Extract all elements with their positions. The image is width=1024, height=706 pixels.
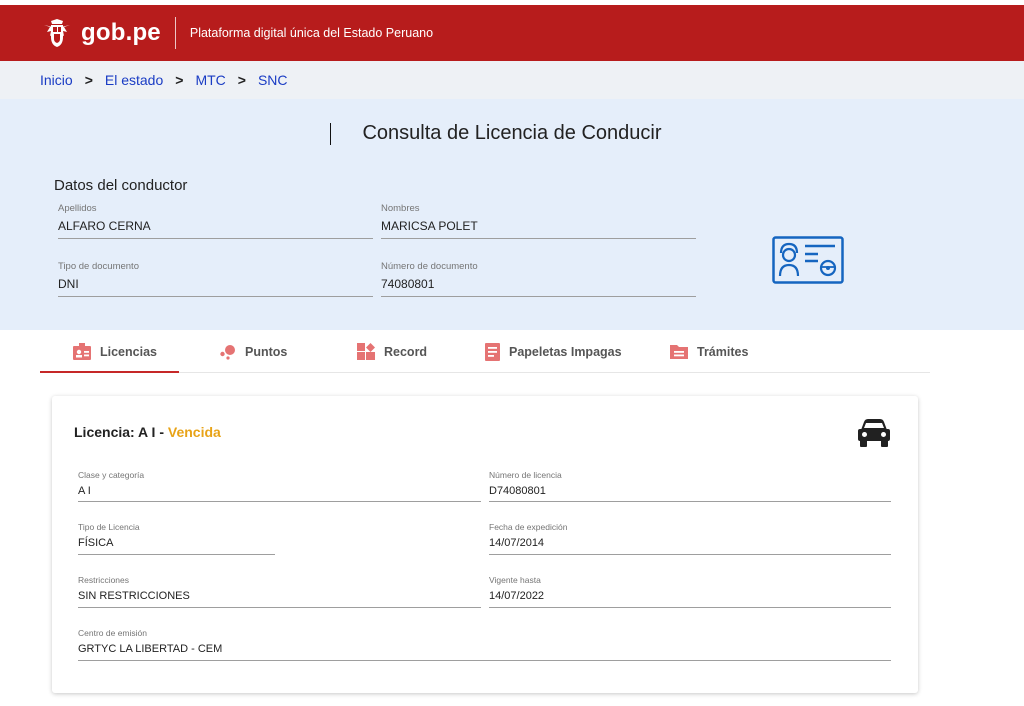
ticket-icon [485,342,500,361]
restricciones-label: Restricciones [78,575,130,585]
tab-tramites[interactable]: Trámites [670,330,748,373]
fecha-expedicion-field: Fecha de expedición 14/07/2014 [489,522,891,555]
numero-documento-value: 74080801 [381,277,435,291]
field-underline [78,660,891,661]
tab-label: Record [384,344,428,359]
header-subtitle: Plataforma digital única del Estado Peru… [189,26,434,40]
active-tab-indicator [40,371,179,373]
gob-pe-logo[interactable]: gob.pe [40,13,161,53]
field-underline [58,296,373,297]
text-caret [330,123,331,145]
apellidos-field: Apellidos ALFARO CERNA [58,203,373,239]
tab-label: Puntos [245,344,288,359]
clase-categoria-label: Clase y categoría [78,470,145,480]
restricciones-field: Restricciones SIN RESTRICCIONES [78,575,481,608]
points-icon [220,344,235,360]
field-underline [78,501,481,502]
numero-licencia-field: Número de licencia D74080801 [489,470,891,502]
breadcrumb-separator: > [84,72,93,88]
folder-icon [670,345,688,359]
tab-label: Papeletas Impagas [509,344,622,359]
breadcrumb-link-inicio[interactable]: Inicio [40,72,73,88]
tipo-licencia-label: Tipo de Licencia [78,522,140,532]
tipo-licencia-value: FÍSICA [78,537,114,549]
conductor-section-title: Datos del conductor [54,177,188,194]
tab-puntos[interactable]: Puntos [219,330,287,373]
vigente-hasta-value: 14/07/2022 [489,590,545,602]
centro-emision-value: GRTYC LA LIBERTAD - CEM [78,643,223,655]
field-underline [489,607,891,608]
centro-emision-field: Centro de emisión GRTYC LA LIBERTAD - CE… [78,628,891,661]
restricciones-value: SIN RESTRICCIONES [78,590,190,602]
breadcrumb: Inicio > El estado > MTC > SNC [0,61,1024,99]
tab-licencias[interactable]: Licencias [73,330,157,373]
vigente-hasta-field: Vigente hasta 14/07/2022 [489,575,891,608]
tipo-documento-label: Tipo de documento [58,261,139,272]
tab-record[interactable]: Record [357,330,427,373]
header-divider [174,17,176,49]
tab-papeletas-impagas[interactable]: Papeletas Impagas [485,330,622,373]
license-title-prefix: Licencia: A I - [74,424,168,440]
tab-label: Trámites [697,344,749,359]
breadcrumb-link-el-estado[interactable]: El estado [105,72,163,88]
car-icon [858,419,890,447]
license-card: Licencia: A I - Vencida Clase y categorí… [52,396,918,693]
tab-label: Licencias [100,344,157,359]
nombres-label: Nombres [381,203,420,214]
nombres-field: Nombres MARICSA POLET [381,203,696,239]
record-icon [357,343,375,360]
field-underline [78,607,481,608]
centro-emision-label: Centro de emisión [78,628,147,638]
nombres-value: MARICSA POLET [381,219,478,233]
field-underline [381,238,696,239]
tipo-documento-value: DNI [58,277,79,291]
field-underline [489,501,891,502]
tipo-licencia-field: Tipo de Licencia FÍSICA [78,522,275,555]
breadcrumb-separator: > [237,72,246,88]
clase-categoria-value: A I [78,485,91,497]
apellidos-label: Apellidos [58,203,97,214]
numero-documento-label: Número de documento [381,261,478,272]
logo-text: gob.pe [81,19,161,46]
field-underline [489,554,891,555]
field-underline [381,296,696,297]
fecha-expedicion-label: Fecha de expedición [489,522,568,532]
vigente-hasta-label: Vigente hasta [489,575,541,585]
license-status: Vencida [167,424,221,440]
breadcrumb-link-mtc[interactable]: MTC [195,72,225,88]
tab-bar: Licencias Puntos Record Papeletas Impaga… [40,330,930,373]
field-underline [58,238,373,239]
breadcrumb-link-snc[interactable]: SNC [258,72,288,88]
tipo-documento-field: Tipo de documento DNI [58,261,373,297]
breadcrumb-separator: > [175,72,184,88]
fecha-expedicion-value: 14/07/2014 [489,537,545,549]
id-card-icon [772,236,844,284]
page-title: Consulta de Licencia de Conducir [362,122,662,144]
license-icon [73,343,91,360]
numero-licencia-label: Número de licencia [489,470,562,480]
apellidos-value: ALFARO CERNA [58,219,151,233]
numero-documento-field: Número de documento 74080801 [381,261,696,297]
clase-categoria-field: Clase y categoría A I [78,470,481,502]
numero-licencia-value: D74080801 [489,485,546,497]
peru-coat-of-arms-icon [44,19,70,47]
field-underline [78,554,275,555]
site-header: gob.pe Plataforma digital única del Esta… [0,5,1024,61]
conductor-panel: Consulta de Licencia de Conducir Datos d… [0,99,1024,330]
license-title: Licencia: A I - Vencida [74,424,221,440]
